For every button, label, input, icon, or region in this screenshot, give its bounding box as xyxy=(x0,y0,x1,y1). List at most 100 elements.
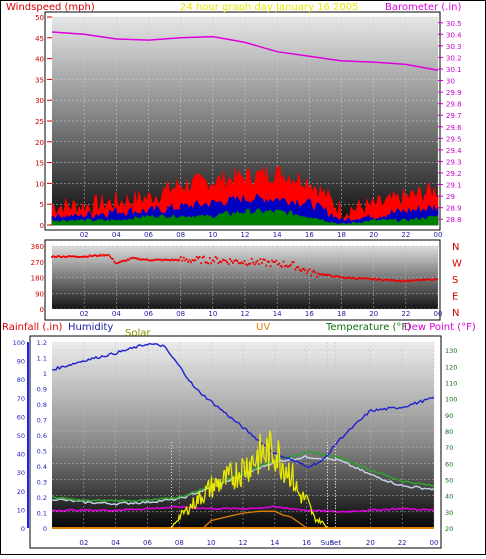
compass-letter: N xyxy=(452,308,459,319)
barometer-tick-label: 29.3 xyxy=(446,158,462,166)
rainfall-label: Rainfall (.in) xyxy=(2,322,63,333)
rainfall-tick-label: 90 xyxy=(17,358,25,366)
climate-x-tick-label: 02 xyxy=(79,539,88,547)
direction-point xyxy=(313,269,315,272)
temperature-tick-label: 50 xyxy=(445,476,453,484)
direction-x-tick-label: 06 xyxy=(144,310,153,318)
direction-point xyxy=(198,256,201,258)
barometer-tick-label: 29.1 xyxy=(446,182,462,190)
wind-left-tick-label: 20 xyxy=(35,139,44,147)
barometer-tick-label: 29.7 xyxy=(446,112,462,120)
climate-x-tick-label: 16 xyxy=(302,539,311,547)
wind-x-tick-label: 16 xyxy=(305,231,314,239)
barometer-tick-label: 30.5 xyxy=(446,20,462,28)
direction-point xyxy=(278,262,281,265)
direction-point xyxy=(256,259,259,262)
solar-label: Solar xyxy=(125,328,151,339)
weather-graph: 0 5 10 15 20 25 30 35 40 45 50 28.8 28.9 29 29.1 29.2 2… xyxy=(0,0,486,555)
barometer-tick-label: 29 xyxy=(446,193,455,201)
climate-x-tick-label: 10 xyxy=(207,539,216,547)
wind-x-tick-label: 02 xyxy=(80,231,89,239)
direction-point xyxy=(220,261,223,263)
direction-point xyxy=(185,258,188,261)
direction-point xyxy=(297,266,299,268)
direction-point xyxy=(178,258,181,261)
wind-x-tick-label: 12 xyxy=(241,231,250,239)
direction-point xyxy=(181,259,184,262)
wind-x-tick-label: 10 xyxy=(208,231,217,239)
direction-point xyxy=(252,261,255,264)
direction-point xyxy=(269,265,272,268)
direction-point xyxy=(294,268,297,271)
temperature-tick-label: 40 xyxy=(445,493,453,501)
barometer-tick-label: 29.9 xyxy=(446,89,462,97)
wind-left-tick-label: 30 xyxy=(35,97,44,105)
climate-x-tick-label: 22 xyxy=(398,539,407,547)
direction-tick-label: 180 xyxy=(31,275,44,283)
barometer-tick-label: 28.9 xyxy=(446,205,462,213)
direction-point xyxy=(258,263,260,265)
humidity-tick-label: 0.5 xyxy=(37,448,47,456)
direction-point xyxy=(194,259,197,262)
humidity-tick-label: 0.3 xyxy=(37,479,47,487)
direction-point xyxy=(263,259,266,261)
direction-point xyxy=(300,270,302,272)
direction-point xyxy=(113,260,116,263)
rainfall-tick-label: 100 xyxy=(13,339,25,347)
wind-left-tick-label: 35 xyxy=(35,76,44,84)
weather-chart-svg: 05101520253035404550 28.828.92929.129.22… xyxy=(0,0,486,555)
direction-point xyxy=(243,259,246,262)
wind-left-tick-label: 10 xyxy=(35,180,44,188)
barometer-tick-label: 29.2 xyxy=(446,170,462,178)
compass-letter: S xyxy=(452,275,458,286)
barometer-tick-label: 30.3 xyxy=(446,43,462,51)
humidity-tick-label: 0.4 xyxy=(37,463,47,471)
wind-left-tick-label: 0 xyxy=(40,222,44,230)
compass-letter: N xyxy=(452,242,459,253)
wind-left-tick-label: 50 xyxy=(35,14,44,22)
rainfall-tick-label: 80 xyxy=(17,376,25,384)
barometer-tick-label: 30 xyxy=(446,78,455,86)
direction-point xyxy=(265,264,268,267)
wind-x-tick-label: 04 xyxy=(112,231,121,239)
temperature-tick-label: 80 xyxy=(445,428,453,436)
rainfall-tick-label: 40 xyxy=(17,451,25,459)
direction-point xyxy=(268,260,271,263)
compass-letter: W xyxy=(452,259,462,270)
barometer-tick-label: 30.1 xyxy=(446,66,462,74)
rainfall-tick-label: 30 xyxy=(17,469,25,477)
direction-point xyxy=(310,274,313,277)
direction-x-tick-label: 10 xyxy=(208,310,217,318)
direction-tick-label: 90 xyxy=(35,290,44,298)
temperature-tick-label: 110 xyxy=(445,379,457,387)
direction-point xyxy=(109,255,111,258)
direction-point xyxy=(250,257,253,260)
humidity-tick-label: 0.1 xyxy=(37,510,47,518)
direction-point xyxy=(315,275,318,278)
rainfall-tick-label: 0 xyxy=(21,525,25,533)
direction-point xyxy=(226,261,229,264)
dewpoint-label: Dew Point (°F) xyxy=(404,322,476,333)
direction-point xyxy=(182,256,185,259)
direction-x-tick-label: 18 xyxy=(337,310,346,318)
humidity-tick-label: 0.7 xyxy=(37,417,47,425)
direction-point xyxy=(236,260,239,262)
wind-left-tick-label: 25 xyxy=(35,118,44,126)
direction-point xyxy=(304,269,307,272)
humidity-tick-label: 0.2 xyxy=(37,494,47,502)
barometer-tick-label: 28.8 xyxy=(446,216,462,224)
direction-point xyxy=(314,271,317,274)
direction-point xyxy=(281,265,284,268)
barometer-tick-label: 29.4 xyxy=(446,147,462,155)
direction-point xyxy=(224,259,227,262)
barometer-tick-label: 29.6 xyxy=(446,124,462,132)
temperature-tick-label: 90 xyxy=(445,412,453,420)
climate-x-tick-label: 06 xyxy=(143,539,152,547)
humidity-tick-label: 1.1 xyxy=(37,355,47,363)
direction-point xyxy=(203,255,205,258)
humidity-tick-label: 0 xyxy=(43,525,47,533)
direction-point xyxy=(255,261,257,264)
wind-x-tick-label: 18 xyxy=(337,231,346,239)
temperature-tick-label: 30 xyxy=(445,509,453,517)
climate-x-tick-label: 14 xyxy=(270,539,279,547)
